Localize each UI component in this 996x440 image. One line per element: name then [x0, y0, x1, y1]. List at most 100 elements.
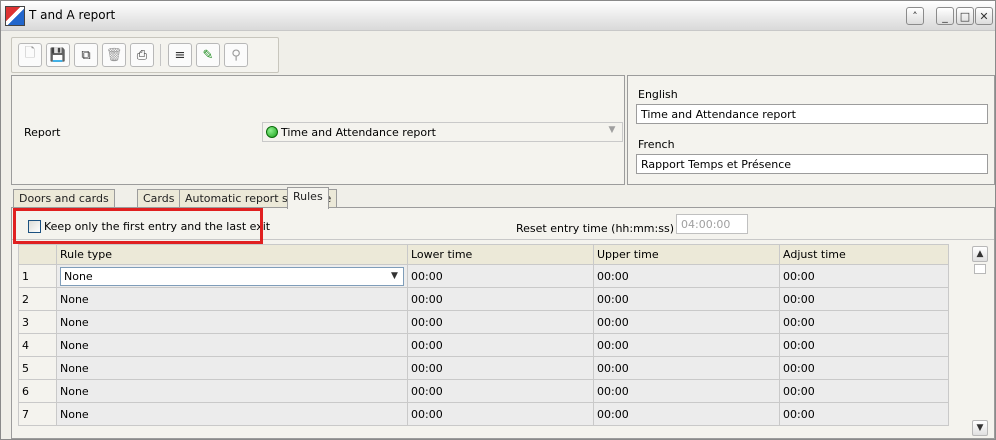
rule-type-cell[interactable]: None — [56, 310, 408, 334]
upper-time-cell[interactable]: 00:00 — [593, 356, 780, 380]
english-field[interactable]: Time and Attendance report — [636, 104, 988, 124]
table-row[interactable]: 4 None 00:00 00:00 00:00 — [18, 333, 949, 357]
upper-time-cell[interactable]: 00:00 — [593, 287, 780, 311]
new-icon: 🗋 — [24, 46, 36, 61]
report-label: Report — [24, 126, 61, 139]
tab-doors-and-cards[interactable]: Doors and cards — [13, 189, 115, 207]
lower-time-cell[interactable]: 00:00 — [407, 333, 594, 357]
scroll-down-button[interactable]: ▼ — [972, 420, 988, 436]
column-header-upper-time[interactable]: Upper time — [593, 244, 780, 265]
caret-up-icon: ˄ — [912, 9, 918, 23]
list-button[interactable]: ≡ — [168, 43, 192, 67]
rule-type-value: None — [64, 269, 93, 283]
table-row[interactable]: 6 None 00:00 00:00 00:00 — [18, 379, 949, 403]
rule-type-cell[interactable]: None — [56, 379, 408, 403]
upper-time-cell[interactable]: 00:00 — [593, 402, 780, 426]
close-button[interactable]: ✕ — [975, 7, 993, 25]
delete-icon: 🗑 — [105, 47, 123, 63]
highlight-box — [13, 208, 263, 244]
report-select[interactable]: Time and Attendance report ▼ — [262, 122, 623, 142]
table-row[interactable]: 5 None 00:00 00:00 00:00 — [18, 356, 949, 380]
row-number: 5 — [18, 356, 57, 380]
lower-time-cell[interactable]: 00:00 — [407, 356, 594, 380]
chevron-down-icon[interactable]: ▼ — [604, 125, 620, 139]
row-number: 3 — [18, 310, 57, 334]
maximize-icon: □ — [959, 9, 971, 23]
adjust-time-cell[interactable]: 00:00 — [779, 287, 949, 311]
adjust-time-cell[interactable]: 00:00 — [779, 379, 949, 403]
rule-type-cell[interactable]: None — [56, 356, 408, 380]
rule-type-cell[interactable]: None ▼ — [56, 264, 408, 288]
window-title: T and A report — [29, 8, 116, 22]
row-number: 1 — [18, 264, 57, 288]
find-icon: ⚲ — [231, 47, 241, 63]
title-bar[interactable]: T and A report ˄ _ □ ✕ — [1, 1, 995, 31]
lower-time-cell[interactable]: 00:00 — [407, 402, 594, 426]
reset-entry-time-field[interactable]: 04:00:00 — [676, 214, 748, 234]
delete-button[interactable]: 🗑 — [102, 43, 126, 67]
french-field[interactable]: Rapport Temps et Présence — [636, 154, 988, 174]
table-row[interactable]: 2 None 00:00 00:00 00:00 — [18, 287, 949, 311]
column-header-lower-time[interactable]: Lower time — [407, 244, 594, 265]
copy-icon: ⧉ — [81, 47, 91, 63]
save-button[interactable]: 💾 — [46, 43, 70, 67]
table-row[interactable]: 7 None 00:00 00:00 00:00 — [18, 402, 949, 426]
list-icon: ≡ — [174, 47, 186, 63]
table-header-row: Rule type Lower time Upper time Adjust t… — [18, 244, 949, 265]
adjust-time-cell[interactable]: 00:00 — [779, 333, 949, 357]
minimize-button[interactable]: _ — [936, 7, 954, 25]
column-header-index — [18, 244, 57, 265]
print-icon: ⎙ — [136, 47, 148, 63]
link-button[interactable]: ✎ — [196, 43, 220, 67]
scroll-thumb[interactable] — [974, 264, 986, 274]
copy-button[interactable]: ⧉ — [74, 43, 98, 67]
rule-type-cell[interactable]: None — [56, 333, 408, 357]
app-icon — [5, 6, 25, 26]
chevron-down-icon: ▼ — [976, 423, 984, 433]
reset-entry-time-label: Reset entry time (hh:mm:ss) — [516, 222, 674, 235]
column-header-adjust-time[interactable]: Adjust time — [779, 244, 949, 265]
lower-time-cell[interactable]: 00:00 — [407, 287, 594, 311]
upper-time-cell[interactable]: 00:00 — [593, 333, 780, 357]
find-button[interactable]: ⚲ — [224, 43, 248, 67]
rules-panel: Keep only the first entry and the last e… — [11, 207, 995, 439]
lower-time-cell[interactable]: 00:00 — [407, 379, 594, 403]
save-icon: 💾 — [49, 47, 67, 63]
report-select-value: Time and Attendance report — [281, 126, 436, 139]
table-row[interactable]: 1 None ▼ 00:00 00:00 00:00 — [18, 264, 949, 288]
close-icon: ✕ — [979, 9, 989, 23]
row-number: 7 — [18, 402, 57, 426]
print-button[interactable]: ⎙ — [130, 43, 154, 67]
minimize-icon: _ — [942, 9, 948, 23]
adjust-time-cell[interactable]: 00:00 — [779, 264, 949, 288]
rule-type-cell[interactable]: None — [56, 402, 408, 426]
table-row[interactable]: 3 None 00:00 00:00 00:00 — [18, 310, 949, 334]
link-icon: ✎ — [202, 47, 214, 63]
adjust-time-cell[interactable]: 00:00 — [779, 356, 949, 380]
rule-type-cell[interactable]: None — [56, 287, 408, 311]
upper-time-cell[interactable]: 00:00 — [593, 264, 780, 288]
chevron-down-icon[interactable]: ▼ — [387, 269, 402, 284]
row-number: 2 — [18, 287, 57, 311]
report-panel: Report Time and Attendance report ▼ — [11, 75, 625, 185]
english-label: English — [638, 88, 678, 101]
lower-time-cell[interactable]: 00:00 — [407, 310, 594, 334]
upper-time-cell[interactable]: 00:00 — [593, 310, 780, 334]
lower-time-cell[interactable]: 00:00 — [407, 264, 594, 288]
maximize-button[interactable]: □ — [956, 7, 974, 25]
adjust-time-cell[interactable]: 00:00 — [779, 310, 949, 334]
column-header-rule-type[interactable]: Rule type — [56, 244, 408, 265]
vertical-scrollbar[interactable]: ▲ ▼ — [972, 246, 988, 436]
toolbar: 🗋 💾 ⧉ 🗑 ⎙ ≡ ✎ ⚲ — [11, 37, 279, 73]
rule-type-select[interactable]: None ▼ — [60, 266, 404, 286]
scroll-up-button[interactable]: ▲ — [972, 246, 988, 262]
upper-time-cell[interactable]: 00:00 — [593, 379, 780, 403]
adjust-time-cell[interactable]: 00:00 — [779, 402, 949, 426]
tab-cards[interactable]: Cards — [137, 189, 181, 207]
tab-rules[interactable]: Rules — [287, 187, 329, 209]
row-number: 4 — [18, 333, 57, 357]
collapse-button[interactable]: ˄ — [906, 7, 924, 25]
report-window: T and A report ˄ _ □ ✕ 🗋 💾 ⧉ 🗑 ⎙ ≡ ✎ ⚲ R… — [0, 0, 996, 440]
new-button[interactable]: 🗋 — [18, 43, 42, 67]
language-panel: English Time and Attendance report Frenc… — [627, 75, 995, 185]
